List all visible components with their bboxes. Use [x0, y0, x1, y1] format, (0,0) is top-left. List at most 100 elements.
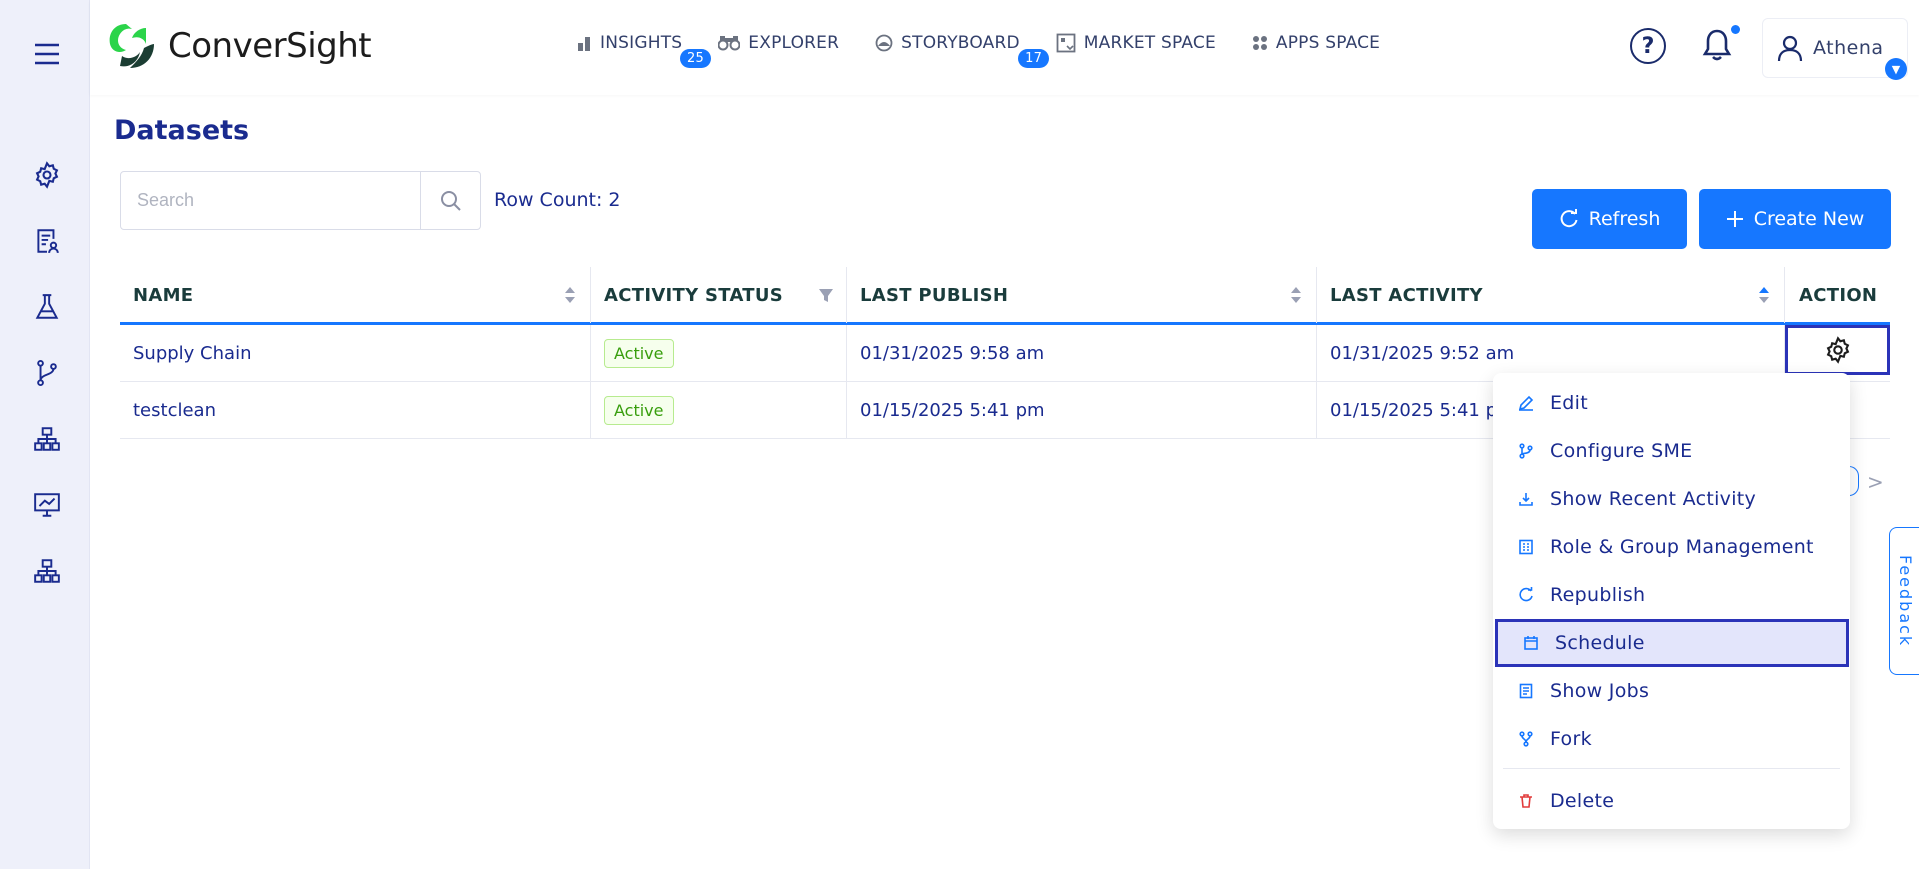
git-branch-icon[interactable] [27, 353, 67, 393]
nav-market-space[interactable]: MARKET SPACE [1056, 33, 1216, 53]
menu-item-label: Fork [1550, 728, 1592, 750]
cell-last-publish: 01/31/2025 9:58 am [847, 325, 1317, 381]
top-header: ConverSight INSIGHTS 25 EXPLORER STORYBO… [90, 0, 1919, 95]
filter-icon[interactable] [818, 287, 834, 303]
menu-item-label: Show Jobs [1550, 680, 1650, 702]
menu-item-configure-sme[interactable]: Configure SME [1493, 427, 1850, 475]
gear-icon[interactable] [27, 155, 67, 195]
nav-market-space-label: MARKET SPACE [1083, 33, 1216, 53]
menu-item-edit[interactable]: Edit [1493, 379, 1850, 427]
report-user-icon[interactable] [27, 221, 67, 261]
cell-name[interactable]: Supply Chain [120, 325, 591, 381]
menu-item-show-recent-activity[interactable]: Show Recent Activity [1493, 475, 1850, 523]
column-header-action: ACTION [1785, 267, 1890, 323]
feedback-label: Feedback [1896, 554, 1915, 648]
menu-item-show-jobs[interactable]: Show Jobs [1493, 667, 1850, 715]
nav-explorer-label: EXPLORER [748, 33, 840, 53]
nav-insights-label: INSIGHTS [600, 33, 683, 53]
menu-item-republish[interactable]: Republish [1493, 571, 1850, 619]
sidebar [0, 0, 90, 869]
market-icon [1056, 33, 1076, 53]
create-new-label: Create New [1753, 208, 1865, 230]
pencil-icon [1518, 395, 1534, 411]
status-badge: Active [604, 338, 674, 368]
binoculars-icon [718, 36, 741, 51]
status-badge: Active [604, 395, 674, 425]
sort-icon[interactable] [1290, 285, 1302, 305]
column-header-last-publish[interactable]: LAST PUBLISH [847, 267, 1317, 323]
nav-storyboard[interactable]: STORYBOARD 17 [875, 33, 1050, 68]
create-new-button[interactable]: Create New [1699, 189, 1891, 249]
plus-icon [1726, 211, 1743, 227]
refresh-button[interactable]: Refresh [1532, 189, 1687, 249]
menu-icon[interactable] [27, 34, 67, 74]
calendar-icon [1524, 636, 1538, 650]
search-input[interactable] [121, 172, 420, 229]
flask-icon[interactable] [27, 287, 67, 327]
action-header-label: ACTION [1799, 284, 1878, 306]
hierarchy-icon[interactable] [27, 419, 67, 459]
feedback-tab[interactable]: Feedback [1889, 527, 1919, 675]
building-icon [1519, 539, 1533, 555]
menu-item-delete[interactable]: Delete [1493, 777, 1850, 825]
row-action-gear-button[interactable] [1785, 325, 1890, 375]
download-icon [1519, 493, 1533, 506]
notification-dot [1731, 25, 1740, 34]
last-activity-header-label: LAST ACTIVITY [1330, 284, 1483, 306]
fork-icon [1519, 731, 1533, 747]
search-box [120, 171, 481, 230]
insights-count-badge: 25 [680, 49, 711, 68]
reload-icon [1519, 587, 1533, 602]
cell-last-publish: 01/15/2025 5:41 pm [847, 382, 1317, 438]
chevron-down-icon[interactable]: ▼ [1885, 58, 1907, 80]
main-nav: INSIGHTS 25 EXPLORER STORYBOARD 17 MARKE… [578, 33, 1416, 68]
column-header-name[interactable]: NAME [120, 267, 591, 323]
column-header-last-activity[interactable]: LAST ACTIVITY [1317, 267, 1785, 323]
pagination-current-page[interactable] [1849, 466, 1859, 496]
nav-explorer[interactable]: EXPLORER [718, 33, 839, 53]
sort-icon[interactable] [564, 285, 576, 305]
menu-item-role-group-management[interactable]: Role & Group Management [1493, 523, 1850, 571]
help-icon[interactable]: ? [1630, 28, 1666, 64]
nav-insights[interactable]: INSIGHTS 25 [578, 33, 711, 68]
row-count: Row Count: 2 [494, 189, 621, 211]
bell-icon[interactable] [1702, 28, 1732, 66]
column-header-status[interactable]: ACTIVITY STATUS [591, 267, 847, 323]
cell-status: Active [591, 325, 847, 381]
menu-item-schedule[interactable]: Schedule [1495, 619, 1849, 667]
bar-chart-icon [578, 37, 590, 51]
presentation-chart-icon[interactable] [27, 485, 67, 525]
menu-item-fork[interactable]: Fork [1493, 715, 1850, 763]
name-header-label: NAME [133, 284, 194, 306]
menu-divider [1503, 768, 1840, 769]
hierarchy-icon-2[interactable] [27, 551, 67, 591]
branch-icon [1519, 443, 1533, 459]
sort-ascending-icon[interactable] [1758, 285, 1770, 305]
nav-apps-space[interactable]: APPS SPACE [1252, 33, 1380, 53]
brand-name: ConverSight [168, 26, 372, 66]
menu-item-label: Edit [1550, 392, 1588, 414]
list-icon [1519, 683, 1533, 699]
nav-storyboard-label: STORYBOARD [901, 33, 1020, 53]
page-title: Datasets [114, 115, 250, 146]
search-icon[interactable] [420, 172, 480, 229]
user-name: Athena [1813, 37, 1884, 59]
menu-item-label: Delete [1550, 790, 1615, 812]
logo[interactable]: ConverSight [106, 22, 372, 70]
cell-name[interactable]: testclean [120, 382, 591, 438]
last-publish-header-label: LAST PUBLISH [860, 284, 1009, 306]
menu-item-label: Schedule [1555, 632, 1645, 654]
conversight-logo-icon [109, 24, 154, 68]
storyboard-count-badge: 17 [1018, 49, 1050, 68]
row-action-menu: Edit Configure SME Show Recent Activity … [1493, 373, 1850, 829]
menu-item-label: Show Recent Activity [1550, 488, 1757, 510]
table-header: NAME ACTIVITY STATUS LAST PUBLISH LAST A… [120, 267, 1890, 325]
menu-item-label: Role & Group Management [1550, 536, 1814, 558]
storyboard-icon [875, 34, 893, 52]
trash-icon [1520, 794, 1532, 808]
nav-apps-space-label: APPS SPACE [1275, 33, 1381, 53]
chevron-right-icon[interactable]: > [1867, 470, 1884, 494]
refresh-label: Refresh [1588, 208, 1661, 230]
reload-icon [1560, 209, 1578, 228]
menu-item-label: Republish [1550, 584, 1646, 606]
